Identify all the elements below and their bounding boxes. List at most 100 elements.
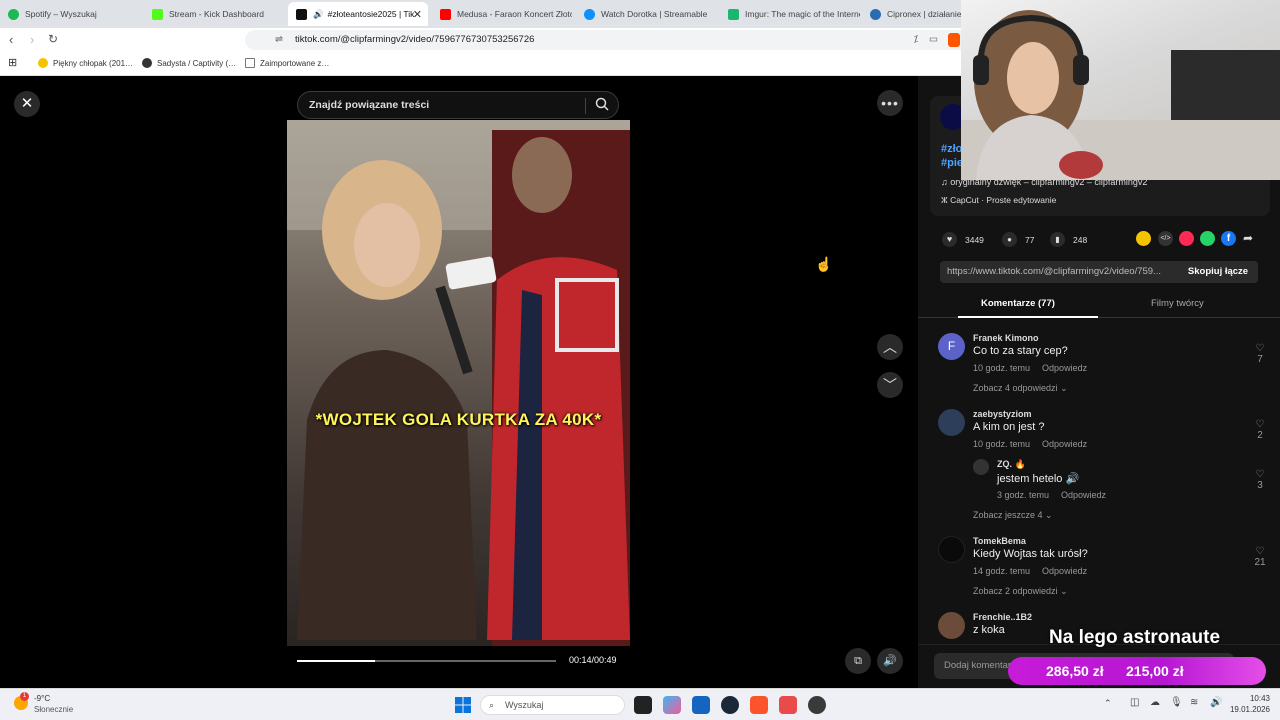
steam-icon[interactable] [721, 696, 739, 714]
store-icon[interactable] [692, 696, 710, 714]
tab-imgur[interactable]: Imgur: The magic of the Interne [720, 2, 860, 26]
reply-author[interactable]: ZQ. 🔥 [997, 459, 1026, 470]
speaker-icon: 🔊 [313, 8, 324, 19]
comment-text: Co to za stary cep? [973, 345, 1068, 357]
clock-date[interactable]: 19.01.2026 [1210, 705, 1270, 714]
reload-icon[interactable]: ↻ [48, 32, 58, 46]
tab-comments[interactable]: Komentarze (77) [981, 298, 1055, 309]
webcam-overlay [961, 0, 1280, 180]
microphone-icon[interactable]: 🎙 [1170, 697, 1183, 708]
comment-like[interactable]: ♡ 21 [1252, 546, 1268, 568]
view-more-replies-link[interactable]: Zobacz jeszcze 4 ⌄ [973, 510, 1053, 521]
whatsapp-icon[interactable] [1200, 231, 1215, 246]
weather-desc[interactable]: Słonecznie [34, 705, 73, 714]
comment-author[interactable]: Franek Kimono [973, 333, 1039, 343]
view-replies-link[interactable]: Zobacz 4 odpowiedzi ⌄ [973, 383, 1068, 394]
tab-kick[interactable]: Stream - Kick Dashboard [144, 2, 284, 26]
tab-spotify[interactable]: Spotify – Wyszukaj [0, 2, 140, 26]
brave-icon[interactable] [750, 696, 768, 714]
avatar[interactable] [938, 409, 965, 436]
reply-like[interactable]: ♡ 3 [1252, 469, 1268, 491]
avatar[interactable]: F [938, 333, 965, 360]
like-button[interactable]: ♥ 3449 [942, 232, 984, 247]
wifi-icon[interactable]: ≋ [1190, 697, 1198, 708]
comment-item: TomekBema Kiedy Wojtas tak urósł? 14 god… [938, 536, 1268, 606]
video-controls: 00:14/00:49 [287, 648, 630, 688]
kick-icon [152, 8, 163, 20]
onedrive-icon[interactable]: ☁ [1150, 697, 1160, 708]
comment-button[interactable]: ● 77 [1002, 232, 1034, 247]
task-view-icon[interactable] [634, 696, 652, 714]
tray-chevron-icon[interactable]: ⌃ [1104, 698, 1112, 709]
comment-author[interactable]: TomekBema [973, 536, 1026, 546]
heart-outline-icon: ♡ [1255, 343, 1265, 354]
translate-icon[interactable]: ⁒ [914, 30, 918, 50]
apps-icon[interactable]: ⊞ [8, 56, 17, 69]
obs-icon[interactable] [779, 696, 797, 714]
reply-link[interactable]: Odpowiedz [1061, 490, 1106, 500]
next-video-icon[interactable]: ﹀ [877, 372, 903, 398]
windows-start-icon[interactable] [455, 697, 471, 713]
site-settings-icon[interactable]: ⇌ [275, 30, 283, 50]
address-bar[interactable]: ⇌ tiktok.com/@clipfarmingv2/video/759677… [245, 30, 970, 50]
more-options-icon[interactable]: ••• [877, 90, 903, 116]
bookmark-favicon-icon [142, 58, 152, 68]
comment-author[interactable]: Frenchie..1B2 [973, 612, 1032, 622]
floating-player-icon[interactable]: ⧉ [845, 648, 871, 674]
close-icon[interactable]: ✕ [14, 91, 40, 117]
network-icon[interactable]: ◫ [1130, 697, 1139, 708]
app-icon[interactable] [808, 696, 826, 714]
bookmark-favicon-icon [38, 58, 48, 68]
tab-streamable[interactable]: Watch Dorotka | Streamable [576, 2, 716, 26]
share-icon[interactable]: ➦ [1243, 231, 1253, 245]
avatar[interactable] [973, 459, 989, 475]
brave-shield-icon[interactable] [948, 33, 960, 47]
copy-link-button[interactable]: Skopiuj łącze [1178, 261, 1258, 283]
video-link-field[interactable]: https://www.tiktok.com/@clipfarmingv2/vi… [940, 261, 1258, 283]
reply-link[interactable]: Odpowiedz [1042, 439, 1087, 449]
avatar[interactable] [938, 536, 965, 563]
bookmark-item[interactable]: Piękny chłopak (201… [38, 58, 133, 68]
taskbar-search[interactable]: ⌕ Wyszukaj [480, 695, 625, 715]
volume-icon[interactable]: 🔊 [877, 648, 903, 674]
tab-youtube[interactable]: Medusa - Faraon Koncert Złoto [432, 2, 572, 26]
reply-link[interactable]: Odpowiedz [1042, 363, 1087, 373]
tiktok-icon [296, 8, 307, 20]
comment-author[interactable]: zaebystyziom [973, 409, 1032, 419]
tab-tiktok[interactable]: 🔊 #złoteantosie2025 | Tik ✕ [288, 2, 428, 26]
search-icon[interactable] [595, 97, 609, 111]
tab-creator-videos[interactable]: Filmy twórcy [1151, 298, 1204, 309]
save-button[interactable]: ▮ 248 [1050, 232, 1087, 247]
coin-icon[interactable] [1136, 231, 1151, 246]
related-search-input[interactable]: Znajdź powiązane treści [297, 91, 619, 119]
tab-cipronex[interactable]: Cipronex | działanie, da [862, 2, 962, 26]
video-player[interactable]: *WOJTEK GOLA KURTKA ZA 40K* [287, 120, 630, 646]
back-icon[interactable]: ‹ [9, 32, 13, 47]
forward-icon[interactable]: › [30, 32, 34, 47]
repost-icon[interactable] [1179, 231, 1194, 246]
stream-overlay-title: Na lego astronaute [1049, 627, 1221, 648]
hashtags[interactable]: #zło #pie [941, 142, 963, 170]
heart-outline-icon: ♡ [1255, 546, 1265, 557]
facebook-icon[interactable]: f [1221, 231, 1236, 246]
bookmark-folder[interactable]: Zaimportowane z… [245, 58, 329, 68]
progress-bar[interactable] [297, 660, 556, 662]
weather-temp[interactable]: -9°C [34, 694, 50, 703]
avatar[interactable] [938, 612, 965, 639]
cipronex-icon [870, 8, 881, 20]
view-replies-link[interactable]: Zobacz 2 odpowiedzi ⌄ [973, 586, 1068, 597]
cast-icon[interactable]: ▭ [929, 30, 938, 50]
previous-video-icon[interactable]: ︿ [877, 334, 903, 360]
webcam-feed [961, 10, 1280, 180]
comment-like[interactable]: ♡ 7 [1252, 343, 1268, 365]
bookmark-item[interactable]: Sadysta / Captivity (… [142, 58, 236, 68]
progress-fill [297, 660, 375, 662]
reply-link[interactable]: Odpowiedz [1042, 566, 1087, 576]
capcut-link[interactable]: ⵣ CapCut · Proste edytowanie [941, 195, 1056, 206]
copilot-icon[interactable] [663, 696, 681, 714]
comment-like[interactable]: ♡ 2 [1252, 419, 1268, 441]
close-tab-icon[interactable]: ✕ [413, 8, 422, 21]
reply-text: jestem hetelo 🔊 [997, 473, 1080, 485]
embed-icon[interactable]: </> [1158, 231, 1173, 246]
clock-time[interactable]: 10:43 [1220, 694, 1270, 703]
